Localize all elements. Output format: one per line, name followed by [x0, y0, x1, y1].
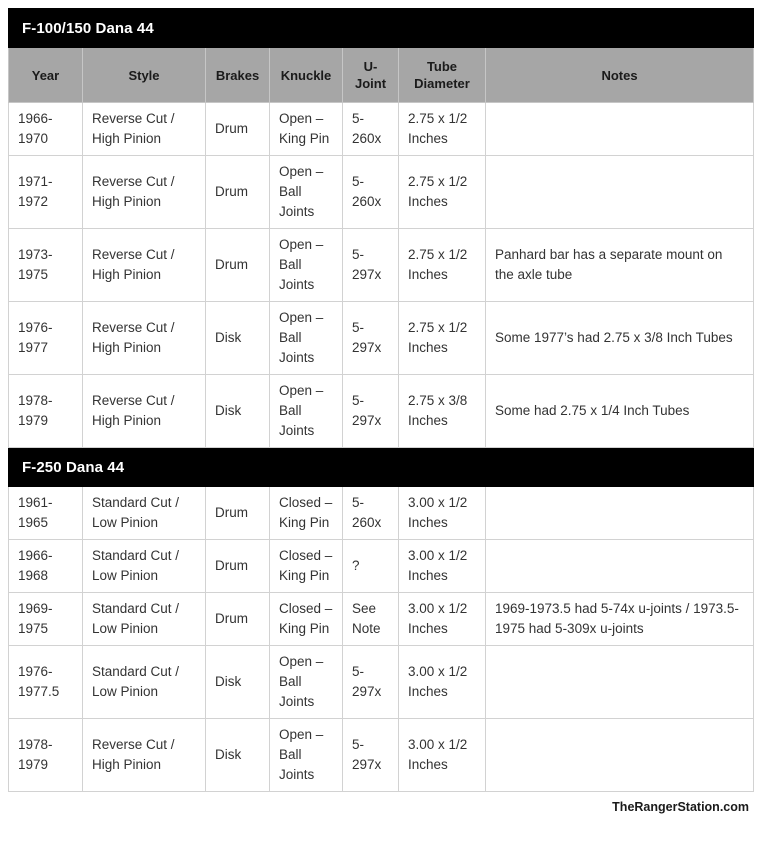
cell-notes: [484, 102, 755, 156]
column-header-row: Year Style Brakes Knuckle U- Joint Tube Diamete…: [8, 47, 755, 103]
cell-brakes: Drum: [205, 102, 270, 156]
table-row: 1976- 1977 Reverse Cut / High Pinion Disk Ope…: [8, 301, 755, 375]
cell-ujoint: 5- 260x: [342, 486, 399, 540]
cell-style: Reverse Cut / High Pinion: [82, 228, 206, 302]
cell-ujoint: 5- 297x: [342, 301, 399, 375]
section-title: F-250 Dana 44: [7, 447, 755, 487]
table-row: 1971- 1972 Reverse Cut / High Pinion Drum Ope…: [8, 155, 755, 229]
cell-year: 1976- 1977.5: [8, 645, 83, 719]
table-row: 1969- 1975 Standard Cut / Low Pinion Drum Clo…: [8, 592, 755, 646]
cell-style: Reverse Cut / High Pinion: [82, 374, 206, 448]
cell-tube: 2.75 x 1/2 Inches: [398, 301, 486, 375]
cell-ujoint: 5- 297x: [342, 228, 399, 302]
cell-tube: 3.00 x 1/2 Inches: [398, 539, 486, 593]
cell-knuckle: Open – Ball Joints: [269, 155, 343, 229]
cell-year: 1971- 1972: [8, 155, 83, 229]
cell-knuckle: Closed – King Pin: [269, 539, 343, 593]
cell-brakes: Drum: [205, 155, 270, 229]
cell-ujoint: 5- 297x: [342, 718, 399, 792]
cell-knuckle: Open – Ball Joints: [269, 718, 343, 792]
cell-style: Standard Cut / Low Pinion: [82, 645, 206, 719]
table-row: 1966- 1970 Reverse Cut / High Pinion Drum Ope…: [8, 102, 755, 156]
cell-year: 1978- 1979: [8, 718, 83, 792]
cell-style: Standard Cut / Low Pinion: [82, 486, 206, 540]
cell-brakes: Drum: [205, 592, 270, 646]
section-header-row: F-250 Dana 44: [7, 447, 755, 487]
column-header-year: Year: [8, 47, 83, 103]
cell-brakes: Disk: [205, 718, 270, 792]
cell-brakes: Drum: [205, 228, 270, 302]
cell-brakes: Disk: [205, 301, 270, 375]
page-root: F-100/150 Dana 44 Year Style Brakes Knuckle U…: [0, 0, 765, 843]
cell-style: Reverse Cut / High Pinion: [82, 102, 206, 156]
cell-ujoint: 5- 297x: [342, 645, 399, 719]
cell-notes: Panhard bar has a separate mount on the …: [484, 228, 755, 302]
cell-tube: 2.75 x 1/2 Inches: [398, 228, 486, 302]
cell-notes: 1969-1973.5 had 5-74x u-joints / 1973.5-…: [484, 592, 755, 646]
cell-ujoint: See Note: [342, 592, 399, 646]
cell-brakes: Drum: [205, 486, 270, 540]
cell-ujoint: 5- 260x: [342, 155, 399, 229]
cell-style: Reverse Cut / High Pinion: [82, 718, 206, 792]
table-row: 1973- 1975 Reverse Cut / High Pinion Drum Ope…: [8, 228, 755, 302]
column-header-knuckle: Knuckle: [269, 47, 343, 103]
cell-knuckle: Open – Ball Joints: [269, 374, 343, 448]
cell-notes: [484, 155, 755, 229]
section-title: F-100/150 Dana 44: [7, 8, 755, 48]
column-header-tube: Tube Diameter: [398, 47, 486, 103]
cell-year: 1966- 1970: [8, 102, 83, 156]
cell-notes: Some had 2.75 x 1/4 Inch Tubes: [484, 374, 755, 448]
table-row: 1978- 1979 Reverse Cut / High Pinion Disk Ope…: [8, 374, 755, 448]
cell-style: Standard Cut / Low Pinion: [82, 539, 206, 593]
cell-knuckle: Closed – King Pin: [269, 592, 343, 646]
cell-year: 1969- 1975: [8, 592, 83, 646]
cell-notes: [484, 539, 755, 593]
cell-year: 1966- 1968: [8, 539, 83, 593]
cell-style: Reverse Cut / High Pinion: [82, 301, 206, 375]
cell-notes: [484, 645, 755, 719]
table-row: 1966- 1968 Standard Cut / Low Pinion Drum Clo…: [8, 539, 755, 593]
cell-year: 1976- 1977: [8, 301, 83, 375]
cell-brakes: Disk: [205, 374, 270, 448]
table-row: 1976- 1977.5 Standard Cut / Low Pinion Disk O…: [8, 645, 755, 719]
section-header-row: F-100/150 Dana 44: [7, 8, 755, 48]
cell-ujoint: 5- 297x: [342, 374, 399, 448]
cell-knuckle: Open – Ball Joints: [269, 301, 343, 375]
cell-tube: 3.00 x 1/2 Inches: [398, 645, 486, 719]
cell-knuckle: Closed – King Pin: [269, 486, 343, 540]
dana-44-spec-table: F-100/150 Dana 44 Year Style Brakes Knuckle U…: [7, 8, 755, 792]
table-row: 1978- 1979 Reverse Cut / High Pinion Disk Ope…: [8, 718, 755, 792]
cell-year: 1961- 1965: [8, 486, 83, 540]
column-header-style: Style: [82, 47, 206, 103]
cell-notes: [484, 718, 755, 792]
cell-notes: [484, 486, 755, 540]
cell-tube: 3.00 x 1/2 Inches: [398, 718, 486, 792]
cell-style: Reverse Cut / High Pinion: [82, 155, 206, 229]
cell-notes: Some 1977’s had 2.75 x 3/8 Inch Tubes: [484, 301, 755, 375]
cell-tube: 2.75 x 1/2 Inches: [398, 102, 486, 156]
cell-tube: 3.00 x 1/2 Inches: [398, 592, 486, 646]
cell-year: 1978- 1979: [8, 374, 83, 448]
site-credit: TheRangerStation.com: [612, 800, 749, 814]
cell-brakes: Disk: [205, 645, 270, 719]
cell-year: 1973- 1975: [8, 228, 83, 302]
cell-knuckle: Open – Ball Joints: [269, 645, 343, 719]
cell-tube: 2.75 x 3/8 Inches: [398, 374, 486, 448]
column-header-ujoint: U- Joint: [342, 47, 399, 103]
cell-knuckle: Open – King Pin: [269, 102, 343, 156]
column-header-notes: Notes: [484, 47, 755, 103]
cell-ujoint: ?: [342, 539, 399, 593]
column-header-brakes: Brakes: [205, 47, 270, 103]
cell-tube: 3.00 x 1/2 Inches: [398, 486, 486, 540]
table-row: 1961- 1965 Standard Cut / Low Pinion Drum Clo…: [8, 486, 755, 540]
cell-tube: 2.75 x 1/2 Inches: [398, 155, 486, 229]
cell-ujoint: 5- 260x: [342, 102, 399, 156]
cell-brakes: Drum: [205, 539, 270, 593]
cell-style: Standard Cut / Low Pinion: [82, 592, 206, 646]
cell-knuckle: Open – Ball Joints: [269, 228, 343, 302]
